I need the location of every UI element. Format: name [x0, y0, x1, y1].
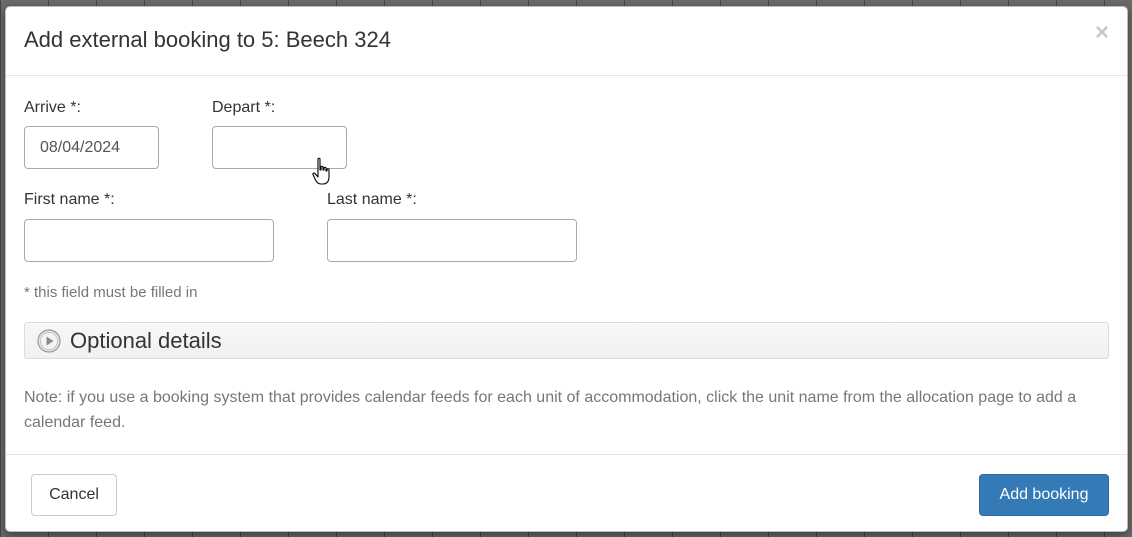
depart-label: Depart *:	[212, 99, 276, 116]
depart-date-input[interactable]	[212, 126, 347, 169]
calendar-feed-note: Note: if you use a booking system that p…	[24, 389, 1077, 431]
first-name-label: First name *:	[24, 191, 115, 208]
arrive-date-input[interactable]	[24, 126, 159, 169]
arrive-label: Arrive *:	[24, 99, 81, 116]
dialog-title: Add external booking to 5: Beech 324	[24, 27, 391, 52]
required-field-note: * this field must be filled in	[24, 284, 198, 301]
play-circle-icon	[37, 329, 61, 353]
optional-details-label: Optional details	[70, 328, 222, 353]
dialog-footer: Cancel Add booking	[6, 454, 1127, 531]
cancel-button[interactable]: Cancel	[31, 474, 117, 516]
add-booking-button[interactable]: Add booking	[979, 474, 1109, 516]
add-booking-dialog: Add external booking to 5: Beech 324 × A…	[5, 6, 1128, 532]
close-button[interactable]: ×	[1095, 21, 1109, 45]
dialog-header: Add external booking to 5: Beech 324 ×	[6, 7, 1127, 76]
last-name-input[interactable]	[327, 219, 577, 262]
optional-details-toggle[interactable]: Optional details	[24, 322, 1109, 359]
first-name-input[interactable]	[24, 219, 274, 262]
last-name-label: Last name *:	[327, 191, 417, 208]
